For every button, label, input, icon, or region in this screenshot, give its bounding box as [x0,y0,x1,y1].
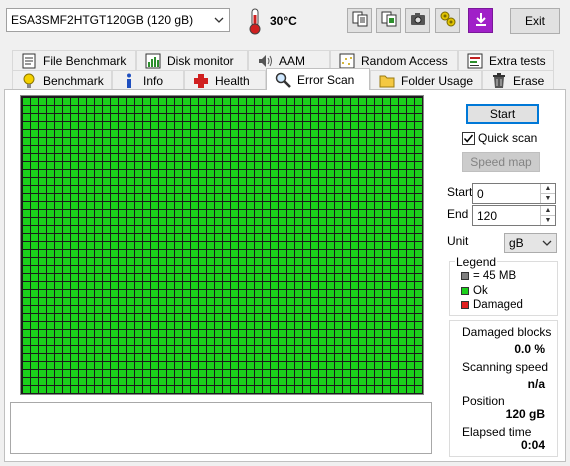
checkbox-box[interactable] [462,131,475,145]
temperature-readout: 30°C [270,14,297,28]
benchmark-bulb-icon [21,73,37,89]
speaker-icon [257,53,273,69]
scanning-speed-label: Scanning speed [462,360,549,374]
unit-value: gB [509,236,524,250]
tab-health[interactable]: Health [184,70,266,90]
tab-label: Folder Usage [401,73,474,88]
position-label: Position [462,394,505,408]
damaged-blocks-value: 0.0 % [514,342,545,356]
start-value: 0 [477,186,484,201]
unit-label: Unit [447,234,469,248]
disk-monitor-icon [145,53,161,69]
save-down-icon [472,10,490,31]
tab-disk-monitor[interactable]: Disk monitor [136,50,248,70]
legend-swatch-green [461,287,469,295]
legend-item-damaged: Damaged [461,299,523,311]
elapsed-time-label: Elapsed time [462,425,532,439]
random-access-icon [339,53,355,69]
copy-info-icon [380,10,398,31]
screenshot-button[interactable] [405,8,430,33]
end-field-label: End [447,207,469,221]
drive-select-value: ESA3SMF2HTGT120GB (120 gB) [11,13,194,27]
quick-scan-checkbox[interactable]: Quick scan [462,131,537,145]
screenshot-camera-icon [409,10,427,31]
quick-scan-label: Quick scan [478,131,538,145]
damaged-blocks-label: Damaged blocks [462,325,552,339]
trash-icon [491,72,507,89]
scan-blocks-ok [22,97,422,393]
tab-error-scan[interactable]: Error Scan [266,68,370,90]
legend-label: = 45 MB [473,270,517,282]
tab-label: Erase [513,73,545,88]
exit-button[interactable]: Exit [510,8,560,34]
extra-tests-icon [467,53,483,69]
legend-item-block-size: = 45 MB [461,270,516,282]
tab-label: Random Access [361,53,448,68]
tab-label: Benchmark [43,73,104,88]
end-spinner[interactable]: 120 ▲ ▼ [472,205,556,226]
legend-item-ok: Ok [461,285,488,297]
speed-map-button[interactable]: Speed map [462,152,540,172]
legend-swatch-red [461,301,469,309]
scan-block-map [20,95,424,395]
start-button[interactable]: Start [466,104,539,124]
tab-erase[interactable]: Erase [482,70,554,90]
tab-random-access[interactable]: Random Access [330,50,458,70]
tab-benchmark[interactable]: Benchmark [12,70,112,90]
spin-down-icon[interactable]: ▼ [541,215,555,225]
tab-info[interactable]: Info [112,70,184,90]
tab-label: Disk monitor [167,53,234,68]
folder-icon [379,73,395,89]
copy-text-icon [351,10,369,31]
health-cross-icon [193,73,209,89]
tab-aam[interactable]: AAM [248,50,330,70]
copy-text-button[interactable] [347,8,372,33]
tab-folder-usage[interactable]: Folder Usage [370,70,482,90]
spin-up-icon[interactable]: ▲ [541,206,555,215]
legend-swatch-grey [461,272,469,280]
tab-file-benchmark[interactable]: File Benchmark [12,50,136,70]
legend-title: Legend [455,255,498,269]
info-icon [121,73,137,89]
chevron-down-icon [213,13,225,30]
legend-label: Ok [473,285,488,297]
tab-label: Health [215,73,250,88]
tab-label: Extra tests [489,53,546,68]
file-benchmark-icon [21,53,37,69]
tab-extra-tests[interactable]: Extra tests [458,50,554,70]
end-value: 120 [477,208,498,223]
start-field-label: Start [447,185,473,199]
elapsed-time-value: 0:04 [520,438,545,452]
chevron-down-icon [542,237,552,252]
tab-label: AAM [279,53,306,68]
checkmark-icon [463,134,474,143]
scanning-speed-value: n/a [527,377,545,391]
options-button[interactable] [435,8,460,33]
legend-label: Damaged [473,299,523,311]
copy-info-button[interactable] [376,8,401,33]
options-icon [439,10,457,31]
start-spinner[interactable]: 0 ▲ ▼ [472,183,556,204]
position-value: 120 gB [505,407,545,421]
tab-label: File Benchmark [43,53,127,68]
thermometer-icon [246,7,264,35]
scan-log[interactable] [10,402,432,454]
spin-down-icon[interactable]: ▼ [541,193,555,203]
drive-select[interactable]: ESA3SMF2HTGT120GB (120 gB) [6,8,230,32]
save-button[interactable] [468,8,493,33]
tab-label: Error Scan [297,72,355,87]
tab-label: Info [143,73,164,88]
unit-select[interactable]: gB [504,233,557,253]
spin-up-icon[interactable]: ▲ [541,184,555,193]
magnifier-icon [275,72,291,88]
